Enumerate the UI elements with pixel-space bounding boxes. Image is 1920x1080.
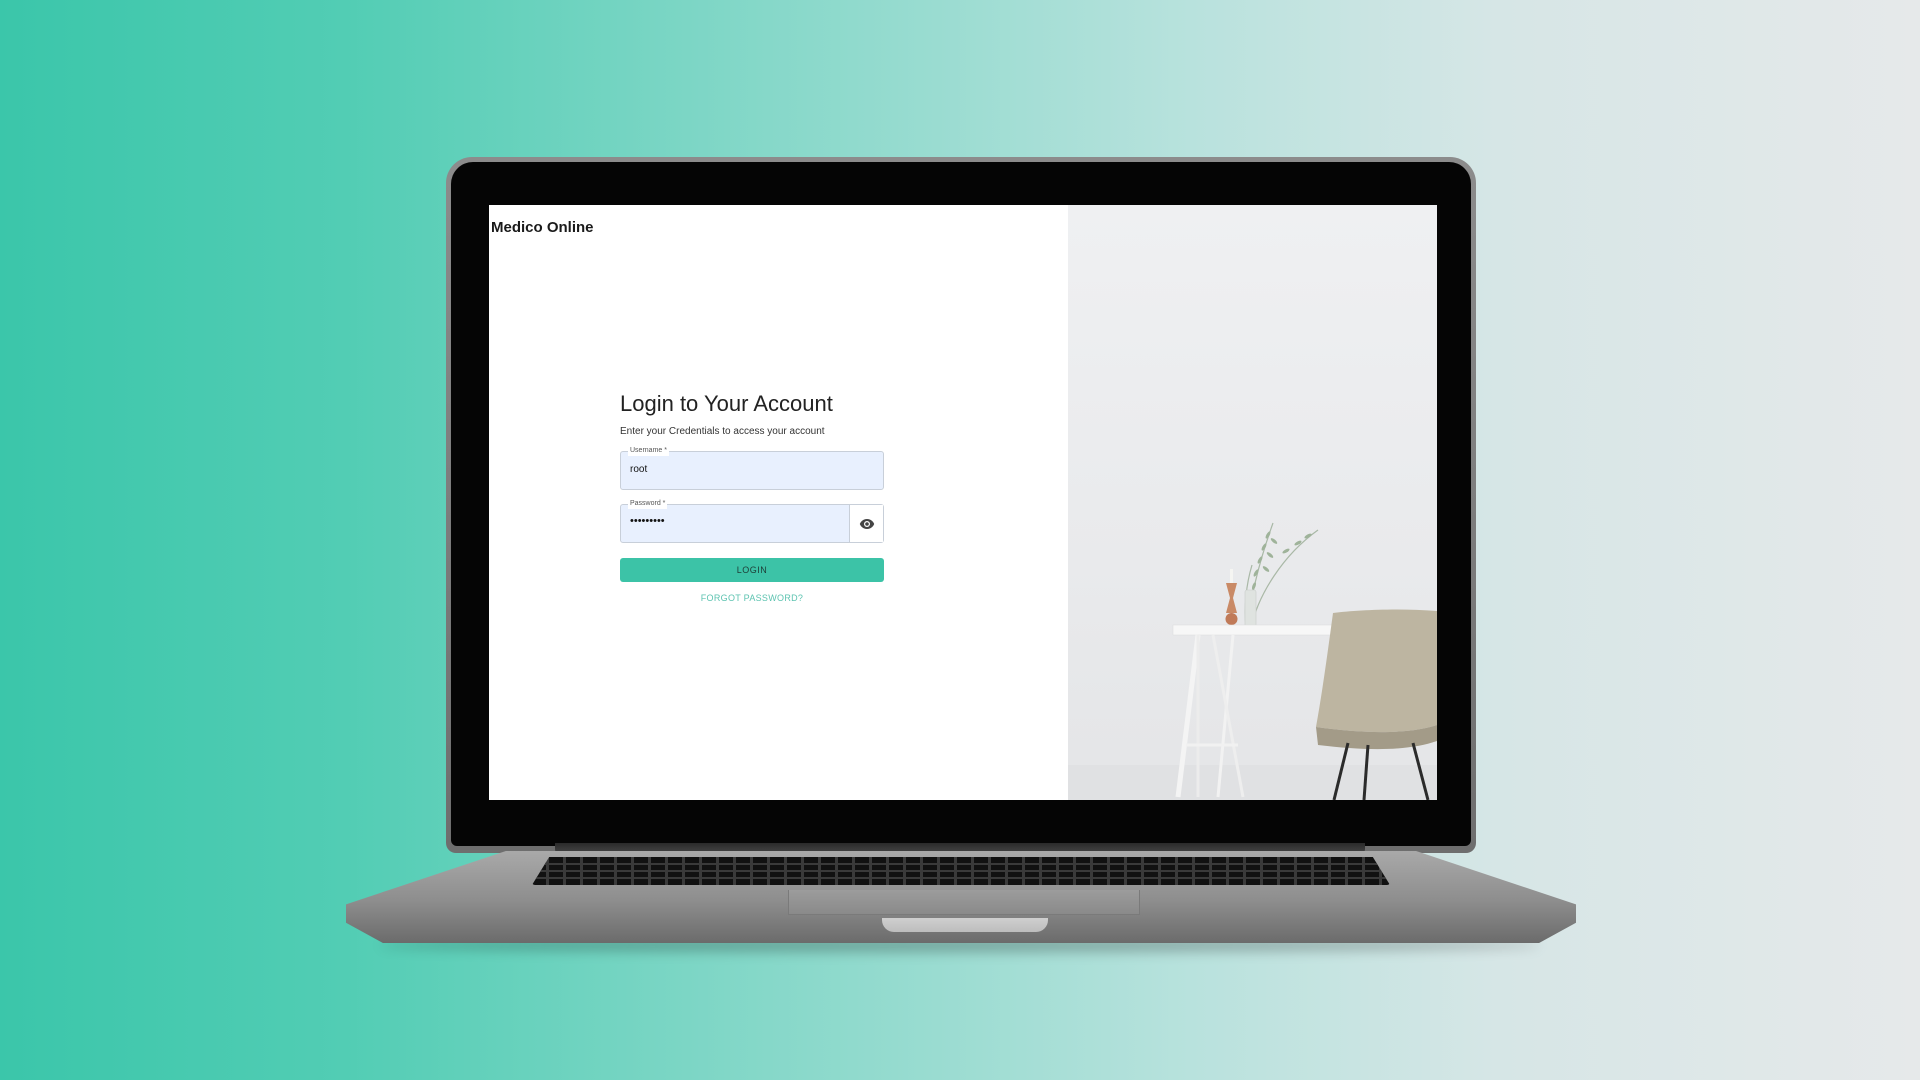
laptop-keyboard [532,857,1390,885]
keyboard-row [532,870,1390,872]
brand-title: Medico Online [491,219,594,236]
username-label: Username * [628,446,669,456]
decor-photo [1068,205,1437,800]
laptop-trackpad [788,890,1140,915]
login-button[interactable]: LOGIN [620,558,884,582]
laptop-lid-notch [882,918,1048,932]
username-field[interactable]: Username * root [620,446,884,490]
login-form: Login to Your Account Enter your Credent… [620,391,884,603]
desk-chair-illustration [1172,522,1437,800]
password-value: ••••••••• [630,515,665,527]
login-panel: Medico Online Login to Your Account Ente… [489,205,1068,800]
keyboard-row [532,863,1390,865]
password-visibility-toggle[interactable] [849,505,883,542]
forgot-password-link[interactable]: FORGOT PASSWORD? [620,593,884,603]
keyboard-row [532,877,1390,879]
username-value: root [630,464,648,475]
login-subtitle: Enter your Credentials to access your ac… [620,426,825,437]
login-title: Login to Your Account [620,391,833,416]
eye-icon [859,518,874,529]
password-label: Password * [628,499,668,509]
password-field[interactable]: Password * ••••••••• [620,499,884,543]
laptop-screen: Medico Online Login to Your Account Ente… [489,205,1437,800]
